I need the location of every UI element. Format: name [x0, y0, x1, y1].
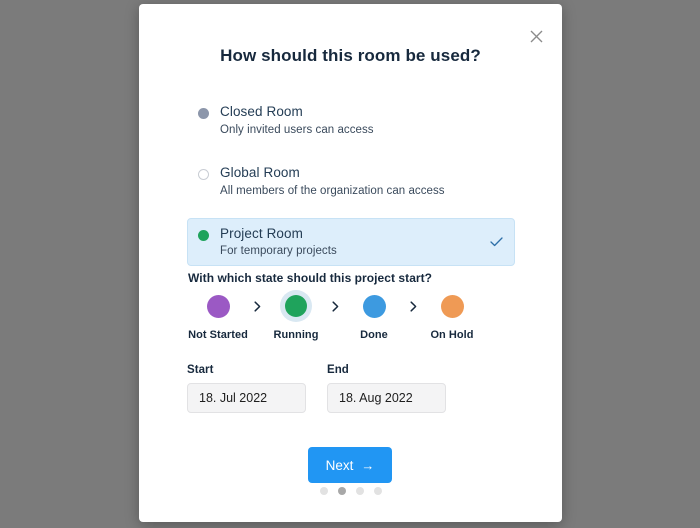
- state-option-done[interactable]: Done: [340, 290, 408, 341]
- state-dot-wrapper: [436, 290, 468, 322]
- pagination-dot[interactable]: [337, 487, 346, 495]
- state-option-label: Not Started: [188, 329, 248, 341]
- global-room-bullet-icon: [198, 168, 209, 180]
- start-date-input[interactable]: 18. Jul 2022: [187, 383, 306, 413]
- room-option-project[interactable]: Project Room For temporary projects: [187, 217, 515, 267]
- start-date-label: Start: [187, 364, 214, 376]
- state-dot-wrapper: [280, 290, 312, 322]
- room-option-description: Only invited users can access: [220, 123, 374, 136]
- room-option-closed[interactable]: Closed Room Only invited users can acces…: [187, 96, 515, 145]
- state-option-label: Running: [273, 329, 319, 341]
- pagination-dot[interactable]: [373, 487, 382, 495]
- not-started-dot-icon: [206, 294, 230, 318]
- end-date-field: End 18. Aug 2022: [327, 364, 446, 413]
- room-setup-dialog: How should this room be used? Closed Roo…: [139, 4, 562, 522]
- room-option-label: Project Room: [220, 225, 303, 241]
- chevron-right-icon: [252, 290, 262, 322]
- project-room-bullet-icon: [198, 229, 209, 241]
- state-option-on-hold[interactable]: On Hold: [418, 290, 486, 341]
- arrow-right-icon: →: [361, 457, 375, 473]
- chevron-right-icon: [408, 290, 418, 322]
- state-option-running[interactable]: Running: [262, 290, 330, 341]
- on-hold-dot-icon: [440, 294, 464, 318]
- room-option-label: Global Room: [220, 164, 300, 180]
- room-option-global[interactable]: Global Room All members of the organizat…: [187, 157, 515, 206]
- room-option-description: All members of the organization can acce…: [220, 184, 445, 197]
- room-option-label: Closed Room: [220, 104, 303, 119]
- closed-room-bullet-icon: [198, 108, 209, 119]
- state-question-label: With which state should this project sta…: [188, 271, 433, 285]
- state-selector: Not Started Running Done On Hold: [184, 290, 516, 341]
- state-dot-wrapper: [202, 290, 234, 322]
- end-date-label: End: [327, 364, 349, 376]
- running-dot-icon: [285, 295, 307, 317]
- next-button-label: Next: [325, 457, 354, 473]
- page-title: How should this room be used?: [220, 46, 481, 65]
- pagination-dots: [139, 487, 562, 495]
- next-button[interactable]: Next →: [308, 447, 392, 483]
- pagination-dot[interactable]: [319, 487, 328, 495]
- pagination-dot[interactable]: [355, 487, 364, 495]
- chevron-right-icon: [330, 290, 340, 322]
- state-option-label: Done: [360, 329, 388, 341]
- state-option-not-started[interactable]: Not Started: [184, 290, 252, 341]
- state-dot-wrapper: [358, 290, 390, 322]
- done-dot-icon: [362, 294, 386, 318]
- start-date-field: Start 18. Jul 2022: [187, 364, 306, 413]
- room-option-description: For temporary projects: [220, 245, 337, 258]
- end-date-input[interactable]: 18. Aug 2022: [327, 383, 446, 413]
- state-option-label: On Hold: [430, 329, 474, 341]
- date-range-fields: Start 18. Jul 2022 End 18. Aug 2022: [187, 364, 446, 413]
- room-type-options: Closed Room Only invited users can acces…: [187, 96, 515, 267]
- checkmark-icon: [490, 236, 503, 247]
